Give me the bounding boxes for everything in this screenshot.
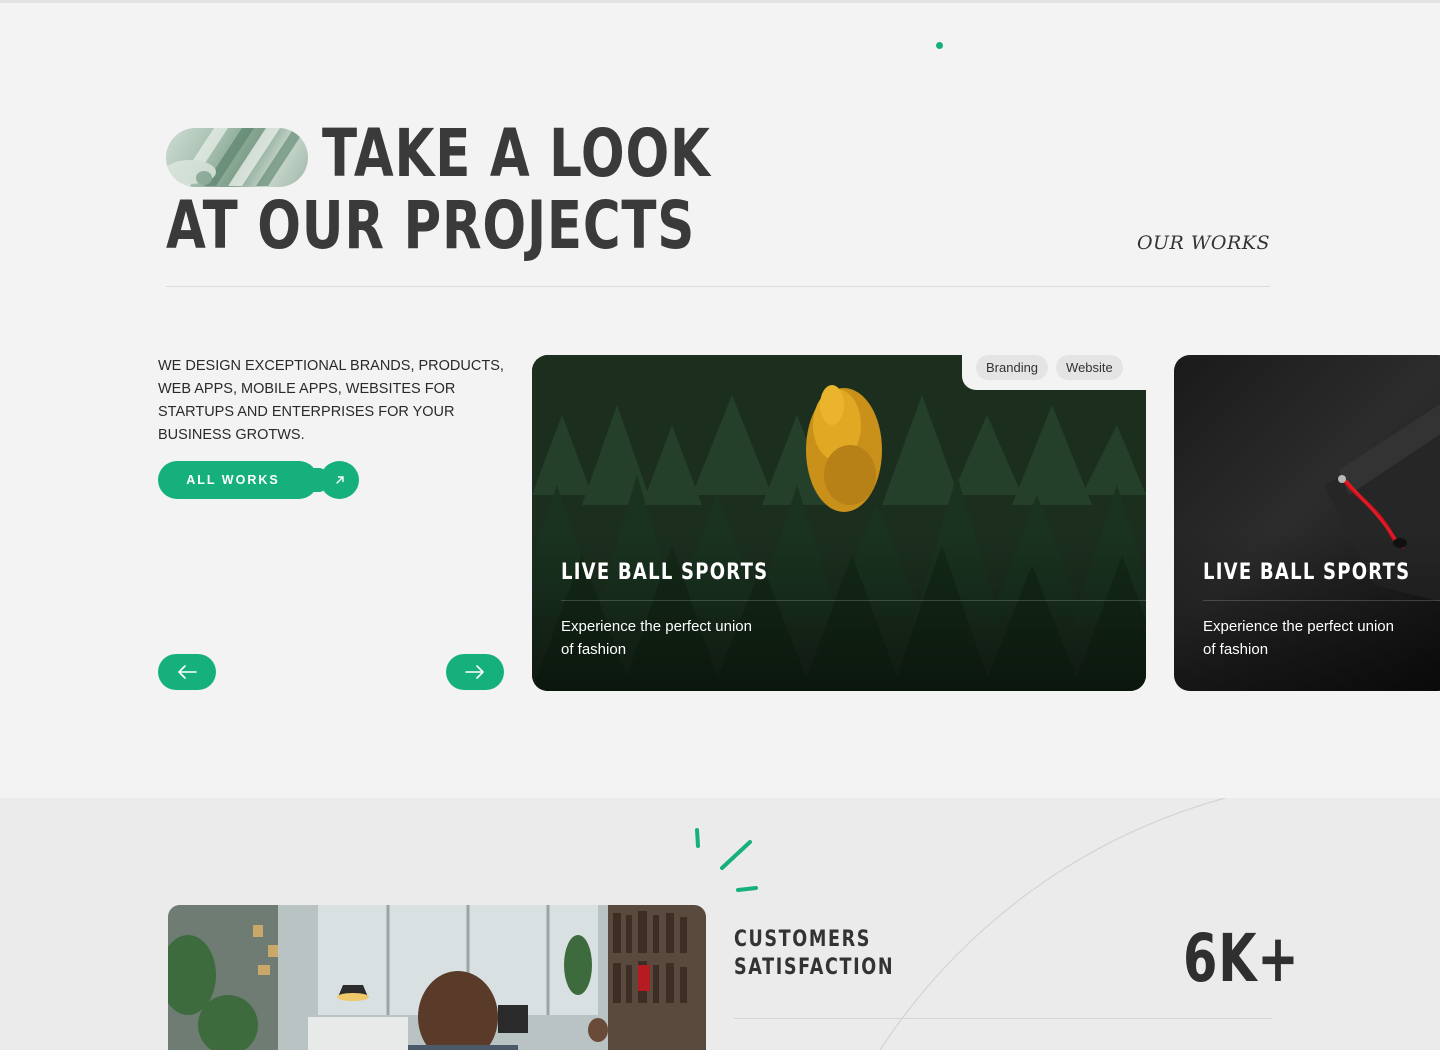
card-overlay: [1174, 531, 1440, 691]
page-title: TAKE A LOOK AT OUR PROJECTS: [166, 118, 712, 262]
intro-text: WE DESIGN EXCEPTIONAL BRANDS, PRODUCTS, …: [158, 358, 504, 443]
card-description: Experience the perfect union of fashion: [561, 618, 752, 658]
project-card[interactable]: LIVE BALL SPORTS Experience the perfect …: [532, 355, 1146, 691]
title-line-1: TAKE A LOOK: [322, 115, 711, 192]
project-card[interactable]: LIVE BALL SPORTS Experience the perfect …: [1174, 355, 1440, 691]
section-label: OUR WORKS: [1136, 232, 1270, 254]
slider-next-button[interactable]: [446, 654, 504, 690]
all-works-arrow-button[interactable]: [320, 461, 359, 499]
stat-label: CUSTOMERS SATISFACTION: [734, 926, 894, 982]
card-description: Experience the perfect union of fashion: [1203, 618, 1394, 658]
arrow-left-icon: [178, 665, 197, 679]
stats-section: CUSTOMERS SATISFACTION 6K+: [0, 798, 1440, 1050]
divider: [166, 286, 1270, 287]
arrow-up-right-icon: [335, 476, 344, 484]
stat-label-line-2: SATISFACTION: [734, 955, 895, 980]
tag-branding[interactable]: Branding: [976, 355, 1049, 380]
stat-divider: [734, 1018, 1272, 1019]
office-image: [168, 905, 706, 1050]
title-line-2: AT OUR PROJECTS: [166, 187, 696, 264]
card-divider: [561, 600, 1146, 601]
top-border: [0, 0, 1440, 3]
sparkle-icon: [695, 828, 758, 892]
card-tags: Branding Website: [976, 355, 1123, 380]
card-title: LIVE BALL SPORTS: [561, 560, 769, 585]
tag-website[interactable]: Website: [1056, 355, 1123, 380]
stat-value: 6K+: [1183, 920, 1300, 997]
stat-label-line-1: CUSTOMERS: [734, 927, 872, 952]
slider-prev-button[interactable]: [158, 654, 216, 690]
decorative-dot: [936, 42, 943, 49]
arrow-right-icon: [465, 665, 484, 679]
all-works-button[interactable]: ALL WORKS: [158, 461, 318, 499]
card-overlay: [532, 531, 1146, 691]
card-title: LIVE BALL SPORTS: [1203, 560, 1411, 585]
card-divider: [1203, 600, 1440, 601]
